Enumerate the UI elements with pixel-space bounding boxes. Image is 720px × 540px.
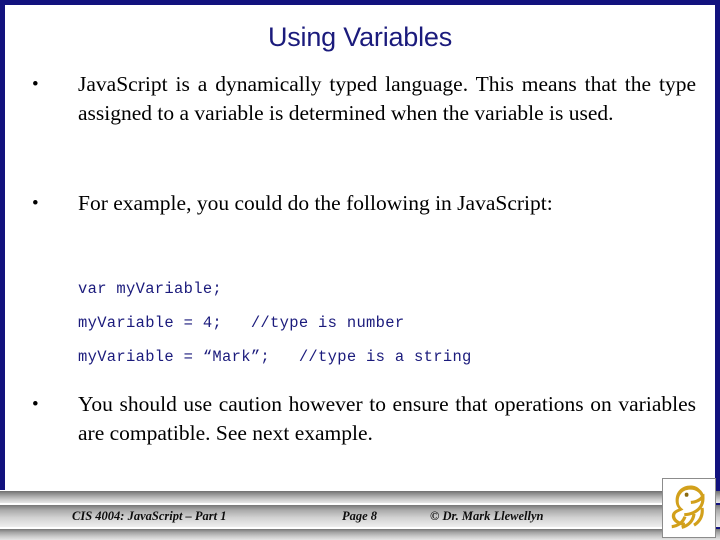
slide-border-right <box>715 0 720 492</box>
bullet-text-dynamic-typing: JavaScript is a dynamically typed langua… <box>78 72 696 125</box>
bullet-marker-icon: • <box>32 74 39 95</box>
footer-band-top <box>0 491 720 503</box>
bullet-text-caution: You should use caution however to ensure… <box>78 392 696 445</box>
bullet-text-for-example: For example, you could do the following … <box>78 191 553 215</box>
code-block: var myVariable; myVariable = 4; //type i… <box>78 272 638 374</box>
code-line-declaration: var myVariable; <box>78 280 223 298</box>
bullet-marker-icon: • <box>32 193 39 214</box>
bullet-item-for-example: • For example, you could do the followin… <box>26 189 696 218</box>
bullet-item-caution: • You should use caution however to ensu… <box>26 390 696 448</box>
slide-title: Using Variables <box>267 22 453 52</box>
bullet-marker-icon: • <box>32 394 39 415</box>
code-line-number-assignment: myVariable = 4; //type is number <box>78 314 405 332</box>
footer-page-number: Page 8 <box>342 509 378 523</box>
slide-border-left <box>0 0 5 490</box>
ucf-pegasus-logo <box>662 478 716 538</box>
slide-border-top <box>0 0 720 5</box>
slide-canvas: Using Variables • JavaScript is a dynami… <box>0 0 720 540</box>
code-line-string-assignment: myVariable = “Mark”; //type is a string <box>78 348 472 366</box>
footer-copyright: © Dr. Mark Llewellyn <box>430 509 544 523</box>
pegasus-icon <box>671 485 705 529</box>
footer-band-bottom <box>0 529 720 540</box>
bullet-item-dynamic-typing: • JavaScript is a dynamically typed lang… <box>26 70 696 128</box>
slide-footer: CIS 4004: JavaScript – Part 1 Page 8 © D… <box>0 489 720 540</box>
footer-course-label: CIS 4004: JavaScript – Part 1 <box>72 509 227 523</box>
